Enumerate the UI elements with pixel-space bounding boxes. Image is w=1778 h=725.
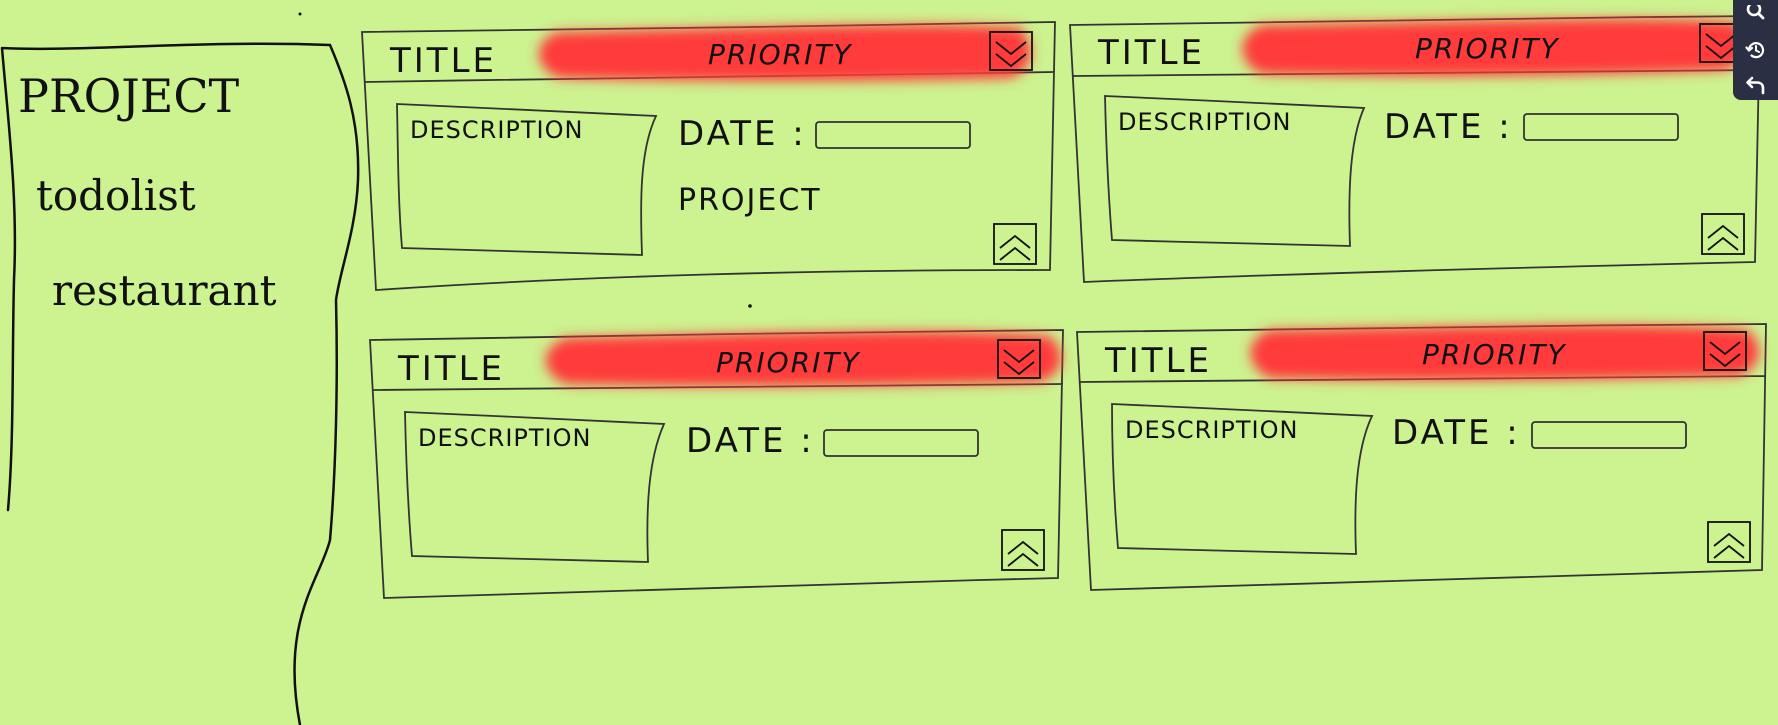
history-icon	[1744, 39, 1767, 61]
collapse-button-card-4[interactable]	[1702, 330, 1748, 372]
card-priority: PRIORITY	[1422, 338, 1567, 371]
floating-toolbar	[1733, 0, 1778, 100]
history-button[interactable]	[1741, 35, 1771, 64]
search-button[interactable]	[1741, 0, 1771, 29]
card-title: TITLE	[397, 349, 505, 389]
card-date-label: DATE :	[686, 421, 815, 461]
card-priority: PRIORITY	[716, 346, 861, 379]
task-card: TITLE PRIORITY DESCRIPTION DATE :	[369, 329, 1064, 599]
card-title: TITLE	[1097, 33, 1205, 73]
sidebar-project-heading: PROJECT	[18, 69, 240, 123]
card-date-label: DATE :	[678, 114, 807, 154]
date-input[interactable]	[1531, 421, 1687, 449]
sidebar-border	[0, 42, 360, 725]
task-card: TITLE PRIORITY DESCRIPTION DATE :	[1076, 323, 1767, 591]
card-title: TITLE	[1104, 341, 1212, 381]
card-description: DESCRIPTION	[418, 424, 591, 452]
card-description: DESCRIPTION	[1125, 416, 1298, 444]
sidebar-item-todolist[interactable]: todolist	[36, 171, 196, 220]
card-priority: PRIORITY	[1415, 32, 1560, 65]
sidebar-item-restaurant[interactable]: restaurant	[52, 266, 277, 315]
undo-icon	[1745, 74, 1767, 96]
card-description: DESCRIPTION	[410, 116, 583, 144]
date-input[interactable]	[815, 121, 971, 149]
expand-button-card-1[interactable]	[992, 222, 1038, 266]
expand-button-card-2[interactable]	[1700, 212, 1746, 256]
expand-button-card-3[interactable]	[1000, 528, 1046, 572]
undo-button[interactable]	[1741, 71, 1771, 100]
card-priority: PRIORITY	[708, 38, 853, 71]
card-description: DESCRIPTION	[1118, 108, 1291, 136]
card-project: PROJECT	[678, 183, 822, 218]
date-input[interactable]	[823, 429, 979, 457]
collapse-button-card-2[interactable]	[1698, 22, 1738, 64]
expand-button-card-4[interactable]	[1706, 520, 1752, 564]
ink-dot	[298, 12, 302, 16]
card-title: TITLE	[389, 41, 497, 81]
sidebar: PROJECT todolist restaurant	[0, 42, 360, 725]
date-input[interactable]	[1523, 113, 1679, 141]
card-date-label: DATE :	[1384, 107, 1513, 147]
card-date-label: DATE :	[1392, 413, 1521, 453]
collapse-button-card-3[interactable]	[996, 338, 1042, 380]
search-icon	[1746, 4, 1766, 25]
task-card: TITLE PRIORITY DESCRIPTION DATE :	[1069, 15, 1761, 283]
sketch-canvas: PROJECT todolist restaurant TITLE PRIORI…	[0, 12, 1767, 725]
task-card: TITLE PRIORITY DESCRIPTION DATE : PROJEC…	[361, 21, 1056, 291]
collapse-button-card-1[interactable]	[988, 30, 1034, 72]
ink-dot	[748, 304, 752, 308]
